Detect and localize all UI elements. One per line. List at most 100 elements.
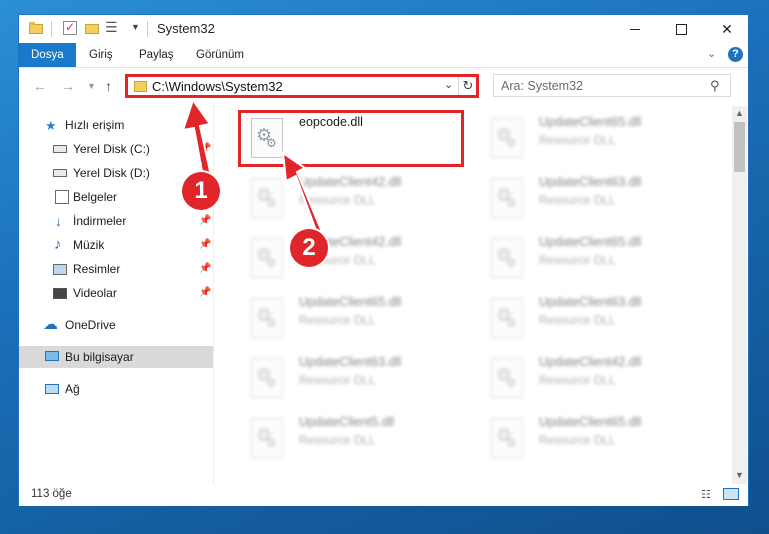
title-bar: ▼ System32 ✕ (19, 15, 748, 43)
file-name: UpdateClient63.dll (539, 295, 642, 309)
dll-file-icon (251, 238, 283, 278)
customize-toolbar-icon[interactable] (105, 19, 121, 36)
ribbon-tabs: Dosya Giriş Paylaş Görünüm ⌄ ? (19, 43, 748, 68)
up-arrow-icon[interactable]: ↑ (105, 78, 112, 94)
pictures-icon (53, 264, 67, 275)
chevron-down-icon[interactable]: ▼ (131, 22, 140, 32)
file-explorer-window: ▼ System32 ✕ Dosya Giriş Paylaş Görünüm … (18, 14, 749, 506)
chevron-down-icon[interactable]: ⌄ (444, 78, 453, 91)
file-name: UpdateClient5.dll (299, 415, 395, 429)
details-view-icon[interactable]: ☷ (701, 488, 717, 502)
item-count: 113 öğe (31, 488, 72, 500)
sidebar-item-downloads[interactable]: İndirmeler 📌 (19, 210, 213, 232)
properties-check-icon[interactable] (63, 20, 77, 35)
recent-locations-icon[interactable]: ▼ (87, 81, 96, 91)
dll-file-icon (491, 238, 523, 278)
dll-file-icon (491, 418, 523, 458)
file-item[interactable]: UpdateClient63.dll Resource DLL (479, 292, 711, 344)
folder-icon (134, 81, 147, 92)
file-item[interactable]: UpdateClient65.dll Resource DLL (479, 112, 711, 164)
sidebar-item-label: Resimler (73, 262, 121, 276)
file-name: UpdateClient63.dll (539, 175, 642, 189)
step-badge-1: 1 (182, 172, 220, 210)
dll-file-icon (251, 358, 283, 398)
file-type: Resource DLL (299, 313, 376, 327)
tab-gorunum[interactable]: Görünüm (196, 43, 244, 67)
address-bar[interactable]: C:\Windows\System32 ⌄ ↻ (125, 74, 479, 98)
file-name: UpdateClient42.dll (539, 355, 642, 369)
scroll-down-icon[interactable]: ▼ (735, 470, 744, 480)
pin-icon[interactable]: 📌 (199, 210, 211, 232)
file-type: Resource DLL (299, 193, 376, 207)
file-item[interactable]: UpdateClient65.dll Resource DLL (479, 412, 711, 464)
file-item[interactable]: UpdateClient65.dll Resource DLL (239, 292, 471, 344)
downloads-icon (53, 210, 67, 232)
scrollbar-thumb[interactable] (734, 122, 745, 172)
sidebar-item-label: Bu bilgisayar (65, 350, 134, 364)
file-item[interactable]: UpdateClient42.dll Resource DLL (479, 352, 711, 404)
file-name: UpdateClient65.dll (299, 295, 402, 309)
sidebar-item-onedrive[interactable]: OneDrive (19, 314, 213, 336)
vertical-scrollbar[interactable]: ▲ ▼ (732, 106, 747, 484)
folder-icon[interactable] (29, 21, 43, 35)
new-folder-icon[interactable] (85, 21, 99, 35)
sidebar-item-this-pc[interactable]: Bu bilgisayar (19, 346, 213, 368)
sidebar-item-label: Belgeler (73, 190, 118, 204)
sidebar-item-disk-c[interactable]: Yerel Disk (C:) 📌 (19, 138, 213, 160)
videos-icon (53, 288, 67, 299)
expand-ribbon-icon[interactable]: ⌄ (707, 47, 716, 60)
pin-icon[interactable]: 📌 (199, 282, 211, 304)
sidebar-item-label: İndirmeler (73, 214, 127, 228)
file-type: Resource DLL (539, 433, 616, 447)
pin-icon[interactable]: 📌 (199, 258, 211, 280)
pin-icon[interactable]: 📌 (199, 234, 211, 256)
maximize-button[interactable] (658, 15, 704, 43)
step-badge-2: 2 (290, 229, 328, 267)
pin-icon[interactable]: 📌 (199, 138, 211, 160)
drive-icon (53, 145, 67, 153)
file-item[interactable]: UpdateClient63.dll Resource DLL (239, 352, 471, 404)
file-item[interactable]: UpdateClient42.dll Resource DLL (239, 232, 471, 284)
network-icon (45, 384, 59, 394)
file-item[interactable]: UpdateClient63.dll Resource DLL (479, 172, 711, 224)
tab-dosya[interactable]: Dosya (19, 43, 76, 67)
divider (147, 21, 148, 37)
back-arrow-icon[interactable]: ← (33, 78, 47, 94)
navigation-pane: Hızlı erişim Yerel Disk (C:) 📌 Yerel Dis… (19, 106, 214, 484)
dll-file-icon (251, 418, 283, 458)
sidebar-item-music[interactable]: Müzik 📌 (19, 234, 213, 256)
file-name: UpdateClient65.dll (539, 415, 642, 429)
file-item[interactable]: UpdateClient42.dll Resource DLL (239, 172, 471, 224)
file-item[interactable]: UpdateClient65.dll Resource DLL (479, 232, 711, 284)
sidebar-item-label: Ağ (65, 382, 80, 396)
sidebar-item-videos[interactable]: Videolar 📌 (19, 282, 213, 304)
sidebar-item-network[interactable]: Ağ (19, 378, 213, 400)
sidebar-item-quick-access[interactable]: Hızlı erişim (19, 114, 213, 137)
navigation-bar: ← → ▼ ↑ C:\Windows\System32 ⌄ ↻ Ara: Sys… (19, 68, 748, 106)
cloud-icon (43, 314, 58, 336)
dll-file-icon (491, 298, 523, 338)
divider (51, 21, 52, 37)
search-input[interactable]: Ara: System32 ⚲ (493, 74, 731, 97)
tab-paylas[interactable]: Paylaş (139, 43, 174, 67)
refresh-icon[interactable]: ↻ (458, 77, 477, 95)
scroll-up-icon[interactable]: ▲ (735, 108, 744, 118)
minimize-button[interactable] (612, 15, 658, 43)
file-item[interactable]: UpdateClient5.dll Resource DLL (239, 412, 471, 464)
help-icon[interactable]: ? (728, 47, 743, 62)
dll-file-icon (491, 118, 523, 158)
sidebar-item-label: Yerel Disk (C:) (73, 142, 150, 156)
window-title: System32 (157, 21, 215, 36)
sidebar-item-pictures[interactable]: Resimler 📌 (19, 258, 213, 280)
address-path[interactable]: C:\Windows\System32 (152, 79, 283, 94)
tab-giris[interactable]: Giriş (89, 43, 113, 67)
dll-file-icon (491, 358, 523, 398)
search-icon[interactable]: ⚲ (710, 78, 720, 94)
sidebar-item-label: Hızlı erişim (65, 118, 125, 132)
forward-arrow-icon[interactable]: → (61, 78, 75, 94)
drive-icon (53, 169, 67, 177)
music-icon (53, 234, 67, 256)
large-icons-view-icon[interactable] (723, 488, 739, 500)
dll-file-icon (491, 178, 523, 218)
close-button[interactable]: ✕ (704, 15, 750, 43)
